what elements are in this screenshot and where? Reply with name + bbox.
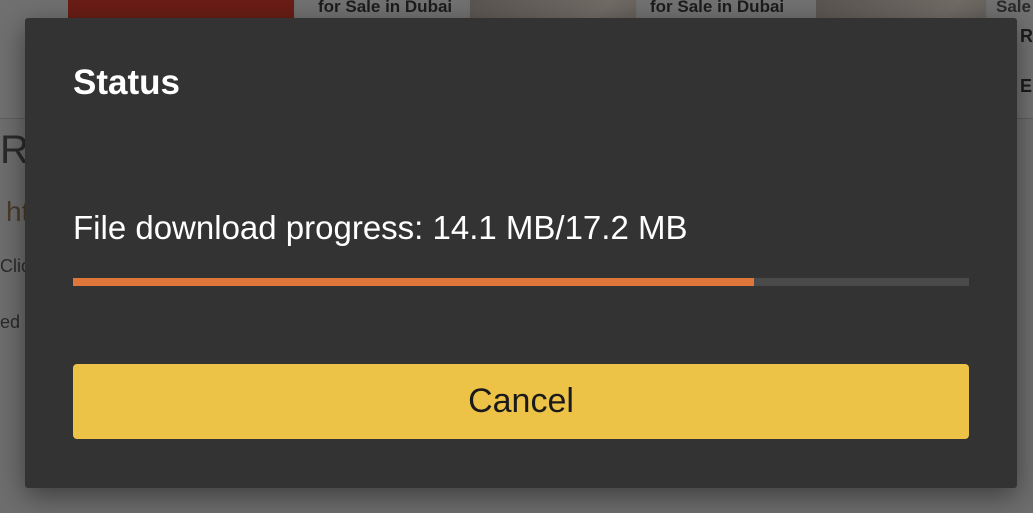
status-dialog: Status File download progress: 14.1 MB/1… [25,18,1017,488]
download-progress-bar [73,278,969,286]
listing-card-title: Sale [996,0,1031,16]
cancel-button[interactable]: Cancel [73,364,969,439]
background-text-right: R [1020,26,1033,46]
listing-card-title: for Sale in Dubai [318,0,453,16]
dialog-title: Status [73,63,180,102]
background-text: ed [0,312,21,332]
listing-thumbnail-red [68,0,294,20]
listing-card-title: for Sale in Dubai [650,0,785,16]
background-text-right: E [1020,76,1033,96]
download-progress-fill [73,278,754,286]
download-progress-label: File download progress: 14.1 MB/17.2 MB [73,209,688,246]
